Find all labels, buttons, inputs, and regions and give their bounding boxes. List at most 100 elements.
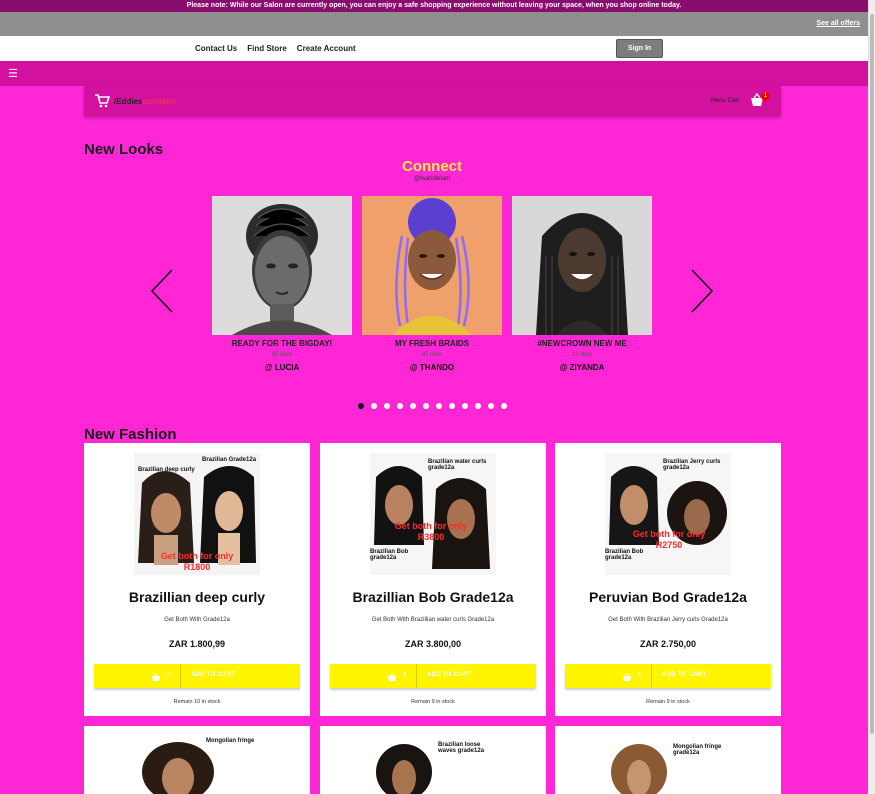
chevron-right-icon[interactable] <box>688 268 716 314</box>
basket-icon <box>388 673 396 681</box>
look-photo <box>362 196 502 335</box>
page-scrollbar[interactable] <box>868 0 875 794</box>
look-caption: MY FRESH BRAIDS <box>394 339 470 348</box>
image-label: Brazilian loose waves grade12a <box>438 742 485 754</box>
add-to-cart-button[interactable]: ADD TO CART <box>662 672 707 678</box>
notice-banner: Please note: While our Salon are current… <box>0 0 868 12</box>
carousel-dot[interactable] <box>449 403 455 409</box>
image-label: Brazilian Grade12a <box>202 457 257 463</box>
carousel-dot[interactable] <box>488 403 494 409</box>
image-label: Brazilian Bob grade12a <box>370 549 409 561</box>
scrollbar-thumb[interactable] <box>870 14 874 734</box>
offers-bar: See all offers <box>0 12 868 36</box>
create-account-link[interactable]: Create Account <box>297 44 356 53</box>
quantity-field[interactable]: 0 <box>94 664 181 688</box>
image-label: Brazilian Jerry curls grade12a <box>663 459 721 471</box>
contact-us-link[interactable]: Contact Us <box>195 44 237 53</box>
cart-icon[interactable] <box>94 93 110 108</box>
look-photo <box>212 196 352 335</box>
connect-handle[interactable]: @lwandlelam <box>332 176 532 182</box>
quantity-value: 1 <box>638 672 642 678</box>
find-store-link[interactable]: Find Store <box>247 44 287 53</box>
carousel-dot[interactable] <box>462 403 468 409</box>
new-looks-title: New Looks <box>84 141 164 158</box>
product-image[interactable] <box>374 740 434 794</box>
carousel-dot[interactable] <box>384 403 390 409</box>
look-caption: READY FOR THE BIGDAY! <box>231 339 333 348</box>
quantity-value: 1 <box>403 672 407 678</box>
look-card[interactable]: #NEWCROWN NEW ME 13 likes @ ZIYANDA <box>512 196 652 372</box>
look-likes: 65 likes <box>271 352 293 358</box>
product-description: Get Both With Brazillian water curls Gra… <box>371 617 495 623</box>
carousel-dots <box>358 403 507 409</box>
carousel-dot[interactable] <box>397 403 403 409</box>
carousel-dot[interactable] <box>475 403 481 409</box>
carousel-dot[interactable] <box>501 403 507 409</box>
image-label: Brazilian water curls grade12a <box>428 459 487 471</box>
look-card[interactable]: MY FRESH BRAIDS 45 likes @ THANDO <box>362 196 502 372</box>
promo-text: Get both for only R1800 <box>160 551 234 572</box>
image-label: Mongolian fringe <box>206 738 255 744</box>
see-all-offers-link[interactable]: See all offers <box>816 20 860 27</box>
product-image[interactable] <box>609 740 669 794</box>
brand-bar: /Eddiescosmetic/ Menu Cart 1 <box>84 86 781 116</box>
product-name[interactable]: Brazillian Bob Grade12a <box>320 589 546 605</box>
basket-icon <box>152 673 160 681</box>
look-user[interactable]: @ ZIYANDA <box>512 363 652 372</box>
product-image[interactable]: Brazilian water curls grade12a Brazilian… <box>370 453 496 575</box>
chevron-left-icon[interactable] <box>148 268 176 314</box>
top-nav: Contact Us Find Store Create Account Sig… <box>0 36 868 61</box>
carousel-dot[interactable] <box>436 403 442 409</box>
quantity-field[interactable]: 1 <box>565 664 652 688</box>
product-card[interactable]: Brazilian Jerry curls grade12a Brazilian… <box>555 443 781 716</box>
product-name[interactable]: Brazillian deep curly <box>84 589 310 605</box>
product-description: Get Both With Grade12a <box>164 617 230 623</box>
look-card[interactable]: READY FOR THE BIGDAY! 65 likes @ LUCIA <box>212 196 352 372</box>
quantity-field[interactable]: 1 <box>330 664 417 688</box>
cart-count-badge: 1 <box>761 92 770 101</box>
product-description: Get Both With Brazilian Jerry curls Grad… <box>608 617 728 623</box>
brand-logo[interactable]: /Eddiescosmetic/ <box>114 97 176 106</box>
product-card[interactable]: Brazilian loose waves grade12a <box>320 726 546 794</box>
carousel-dot[interactable] <box>410 403 416 409</box>
product-price: ZAR 1.800,99 <box>168 639 226 649</box>
product-card[interactable]: Mongolian fringe grade12a <box>555 726 781 794</box>
product-price: ZAR 3.800,00 <box>404 639 462 649</box>
hamburger-icon[interactable]: ☰ <box>8 67 18 80</box>
add-to-cart-bar: 1 ADD TO CART <box>565 664 771 688</box>
sign-in-button[interactable]: Sign In <box>616 39 663 58</box>
menu-bar: ☰ <box>0 61 868 86</box>
image-label: Brazilian deep curly <box>138 467 195 473</box>
product-image[interactable]: Brazilian Jerry curls grade12a Brazilian… <box>605 453 731 575</box>
look-caption: #NEWCROWN NEW ME <box>537 339 627 348</box>
carousel-dot[interactable] <box>358 403 364 409</box>
look-user[interactable]: @ THANDO <box>362 363 502 372</box>
add-to-cart-button[interactable]: ADD TO CART <box>191 672 236 678</box>
add-to-cart-bar: 1 ADD TO CART <box>330 664 536 688</box>
basket-icon <box>623 673 631 681</box>
look-likes: 13 likes <box>571 352 593 358</box>
look-photo <box>512 196 652 335</box>
product-card[interactable]: Brazilian deep curly Brazilian Grade12a … <box>84 443 310 716</box>
product-card[interactable]: Brazilian water curls grade12a Brazilian… <box>320 443 546 716</box>
product-name[interactable]: Peruvian Bod Grade12a <box>555 589 781 605</box>
product-image[interactable] <box>138 738 218 794</box>
image-label: Mongolian fringe grade12a <box>673 744 722 756</box>
product-image[interactable]: Brazilian deep curly Brazilian Grade12a … <box>134 453 260 575</box>
carousel-dot[interactable] <box>371 403 377 409</box>
product-card[interactable]: Mongolian fringe <box>84 726 310 794</box>
new-fashion-title: New Fashion <box>84 426 177 443</box>
product-price: ZAR 2.750,00 <box>639 639 697 649</box>
promo-text: Get both for only R3800 <box>394 521 468 542</box>
menu-cart-label[interactable]: Menu Cart <box>711 98 739 104</box>
stock-status: Remain 10 in stock <box>173 699 221 705</box>
promo-text: Get both for only R2750 <box>632 529 706 550</box>
look-likes: 45 likes <box>421 352 443 358</box>
stock-status: Remain 9 in stock <box>411 699 455 705</box>
connect-title: Connect <box>402 158 462 175</box>
quantity-value: 0 <box>167 672 171 678</box>
look-user[interactable]: @ LUCIA <box>212 363 352 372</box>
carousel-dot[interactable] <box>423 403 429 409</box>
add-to-cart-button[interactable]: ADD TO CART <box>427 672 472 678</box>
stock-status: Remain 9 in stock <box>646 699 690 705</box>
